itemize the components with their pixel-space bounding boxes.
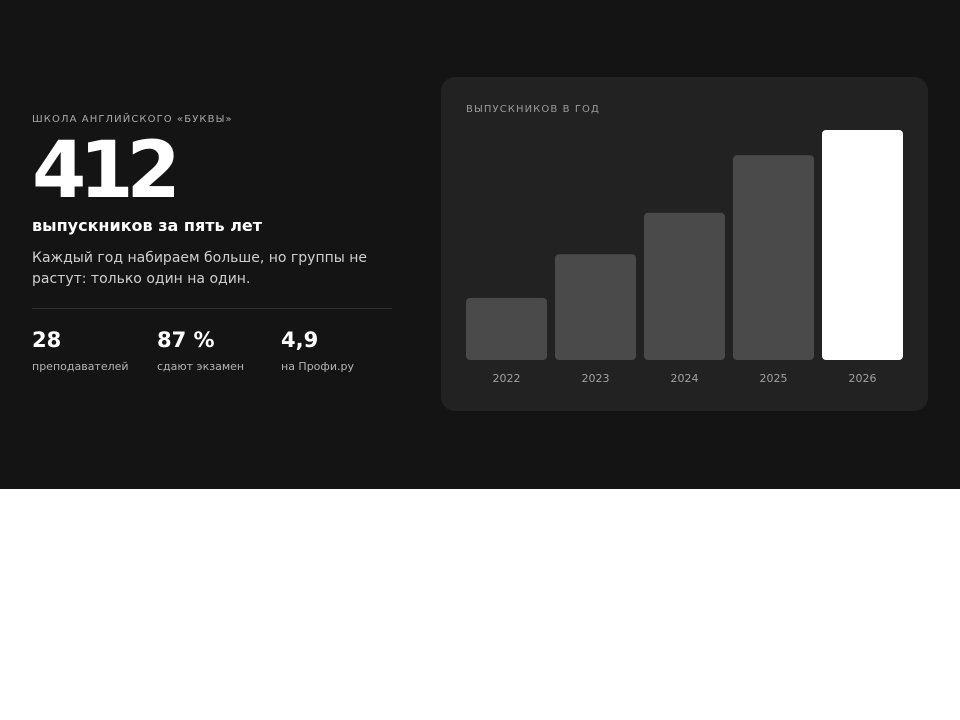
bar-2024 <box>644 212 725 360</box>
stat-teachers: 28 преподавателей <box>32 326 152 373</box>
stat-value: 4,9 <box>281 328 319 352</box>
stat-value: 87 % <box>157 328 215 352</box>
stat-rating: 4,9 на Профи.ру <box>281 326 401 373</box>
bar-2023 <box>555 254 636 360</box>
stat-label: на Профи.ру <box>281 360 354 373</box>
x-tick-label: 2022 <box>493 372 521 385</box>
bar-2022 <box>466 297 547 360</box>
x-tick-label: 2025 <box>760 372 788 385</box>
stat-exam-pass-rate: 87 % сдают экзамен <box>157 326 277 373</box>
stat-value: 28 <box>32 328 62 352</box>
bar-2025 <box>733 155 814 360</box>
school-name: ШКОЛА АНГЛИЙСКОГО «БУКВЫ» <box>32 114 233 125</box>
graduates-headline: выпускников за пять лет <box>32 216 263 235</box>
divider <box>32 308 392 309</box>
bar-chart: 2022 2023 2024 2025 2026 <box>466 130 903 385</box>
x-tick-label: 2023 <box>582 372 610 385</box>
stat-label: преподавателей <box>32 360 129 373</box>
stat-label: сдают экзамен <box>157 360 245 373</box>
x-tick-label: 2024 <box>671 372 699 385</box>
x-tick-label: 2026 <box>849 372 877 385</box>
description: Каждый год набираем больше, но группы не… <box>32 250 368 287</box>
graduates-total: 412 <box>32 126 181 216</box>
hero-section: ШКОЛА АНГЛИЙСКОГО «БУКВЫ» 412 выпускнико… <box>0 0 960 489</box>
chart-card: ВЫПУСКНИКОВ В ГОД 2022 2023 2024 2025 2026 <box>441 77 928 411</box>
bar-2026 <box>822 130 903 360</box>
